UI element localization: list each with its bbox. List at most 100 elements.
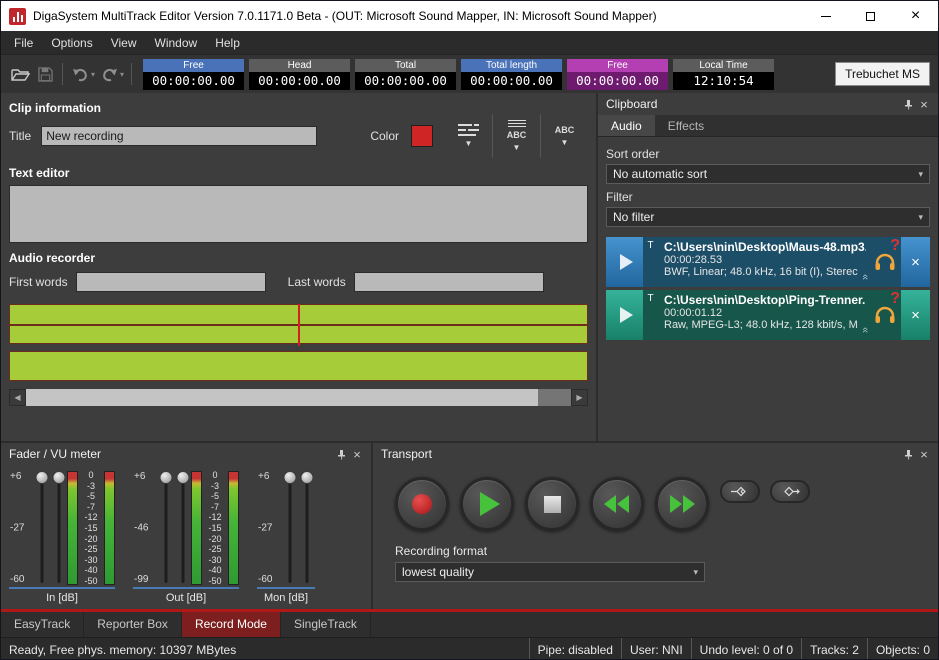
scroll-right-button[interactable]: ▶ <box>571 389 588 406</box>
playhead-cursor[interactable] <box>298 304 300 346</box>
undo-button[interactable] <box>68 61 92 87</box>
maximize-button[interactable] <box>848 1 893 31</box>
fader-slider[interactable] <box>157 469 174 587</box>
fader-knob[interactable] <box>35 471 48 484</box>
fast-forward-button[interactable] <box>655 477 709 531</box>
close-icon: × <box>911 8 920 24</box>
fader-slider[interactable] <box>33 469 50 587</box>
window-title: DigaSystem MultiTrack Editor Version 7.0… <box>33 9 803 23</box>
track-layout-dropdown[interactable]: ▼ <box>445 114 492 158</box>
collapse-chevrons-icon[interactable]: « <box>859 274 868 280</box>
menu-item-help[interactable]: Help <box>206 31 249 55</box>
rewind-button[interactable] <box>590 477 644 531</box>
dropdown-arrow-icon: ▼ <box>561 138 569 147</box>
scrollbar-thumb[interactable] <box>26 389 538 406</box>
timebox-total: Total 00:00:00.00 <box>355 59 456 90</box>
prelisten-button[interactable]: ? <box>868 237 901 287</box>
menu-item-file[interactable]: File <box>5 31 42 55</box>
text-lines-dropdown[interactable]: ABC ▼ <box>493 114 540 158</box>
sort-order-select[interactable]: No automatic sort ▾ <box>606 164 930 184</box>
fader-slider[interactable] <box>50 469 67 587</box>
tab-easytrack[interactable]: EasyTrack <box>1 612 84 637</box>
toolbar-separator <box>131 63 132 85</box>
tab-audio[interactable]: Audio <box>598 115 655 136</box>
fast-forward-icon <box>669 495 695 513</box>
mode-tab-bar: EasyTrack Reporter Box Record Mode Singl… <box>1 612 938 637</box>
object-marker-button-1[interactable] <box>720 480 760 503</box>
item-format: Raw, MPEG-L3; 48.0 kHz, 128 kbit/s, M <box>664 319 866 331</box>
fader-knob[interactable] <box>283 471 296 484</box>
pin-icon[interactable] <box>900 96 916 112</box>
collapse-chevrons-icon[interactable]: « <box>859 327 868 333</box>
remove-item-button[interactable]: × <box>901 290 930 340</box>
abc-text-dropdown[interactable]: ABC ▼ <box>541 114 588 158</box>
play-item-button[interactable] <box>606 290 643 340</box>
group-name-in: In [dB] <box>9 587 115 609</box>
redo-button[interactable] <box>97 61 121 87</box>
transport-content: Recording format lowest quality ▾ <box>373 465 938 582</box>
record-button[interactable] <box>395 477 449 531</box>
fader-knob[interactable] <box>300 471 313 484</box>
transport-title: Transport <box>381 447 900 461</box>
pin-icon[interactable] <box>333 446 349 462</box>
fader-knob[interactable] <box>159 471 172 484</box>
tab-effects[interactable]: Effects <box>655 115 717 136</box>
fader-knob[interactable] <box>52 471 65 484</box>
text-editor-area[interactable] <box>9 185 588 243</box>
fader-group-in: +6 -27 -60 0-3-5-7-12-15-20-25-30-40-50 <box>9 469 115 587</box>
fader-scale-labels: +6 -27 -60 <box>257 469 281 587</box>
tab-reporter-box[interactable]: Reporter Box <box>84 612 182 637</box>
fader-slider[interactable] <box>298 469 315 587</box>
horizontal-scrollbar[interactable]: ◀ ▶ <box>9 389 588 406</box>
play-icon <box>620 307 633 323</box>
fader-slider[interactable] <box>174 469 191 587</box>
stop-button[interactable] <box>525 477 579 531</box>
close-panel-icon[interactable]: × <box>349 446 365 462</box>
pin-icon[interactable] <box>900 446 916 462</box>
tab-singletrack[interactable]: SingleTrack <box>281 612 371 637</box>
words-row: First words Last words <box>1 272 596 292</box>
menu-item-options[interactable]: Options <box>42 31 101 55</box>
filter-value: No filter <box>613 210 654 224</box>
scrollbar-track[interactable] <box>26 389 571 406</box>
waveform-track-2[interactable] <box>9 351 588 381</box>
chevron-down-icon: ▾ <box>693 567 698 578</box>
clip-title-input[interactable] <box>41 126 317 146</box>
scale-top: +6 <box>10 471 21 482</box>
open-file-button[interactable] <box>9 61 33 87</box>
save-button[interactable] <box>33 61 57 87</box>
recording-format-select[interactable]: lowest quality ▾ <box>395 562 705 582</box>
item-info: C:\Users\nin\Desktop\Ping-Trenner.MP3 00… <box>658 290 868 340</box>
play-button[interactable] <box>460 477 514 531</box>
close-panel-icon[interactable]: × <box>916 446 932 462</box>
undo-icon <box>72 67 89 82</box>
play-item-button[interactable] <box>606 237 643 287</box>
tab-record-mode[interactable]: Record Mode <box>182 612 281 637</box>
filter-label: Filter <box>606 190 930 204</box>
clip-color-swatch[interactable] <box>411 125 433 147</box>
remove-item-button[interactable]: × <box>901 237 930 287</box>
fader-knob[interactable] <box>176 471 189 484</box>
redo-dropdown-arrow[interactable]: ▾ <box>120 70 124 79</box>
clipboard-item[interactable]: T C:\Users\nin\Desktop\Ping-Trenner.MP3 … <box>606 290 930 340</box>
close-button[interactable]: × <box>893 1 938 31</box>
app-logo-icon <box>9 8 26 25</box>
scroll-left-button[interactable]: ◀ <box>9 389 26 406</box>
first-words-input[interactable] <box>76 272 266 292</box>
filter-select[interactable]: No filter ▾ <box>606 207 930 227</box>
timebox-value: 00:00:00.00 <box>249 72 350 90</box>
fader-slider[interactable] <box>281 469 298 587</box>
close-panel-icon[interactable]: × <box>916 96 932 112</box>
menu-item-window[interactable]: Window <box>146 31 207 55</box>
fader-content: +6 -27 -60 0-3-5-7-12-15-20-25-30-40-50 <box>1 465 371 587</box>
font-selector-button[interactable]: Trebuchet MS <box>835 62 930 86</box>
object-marker-button-2[interactable] <box>770 480 810 503</box>
prelisten-button[interactable]: ? <box>868 290 901 340</box>
minimize-button[interactable] <box>803 1 848 31</box>
clipboard-item[interactable]: T C:\Users\nin\Desktop\Maus-48.mp3.wav 0… <box>606 237 930 287</box>
undo-dropdown-arrow[interactable]: ▾ <box>91 70 95 79</box>
last-words-input[interactable] <box>354 272 544 292</box>
menu-item-view[interactable]: View <box>102 31 146 55</box>
waveform-display[interactable] <box>9 304 588 381</box>
timebox-value: 00:00:00.00 <box>461 72 562 90</box>
